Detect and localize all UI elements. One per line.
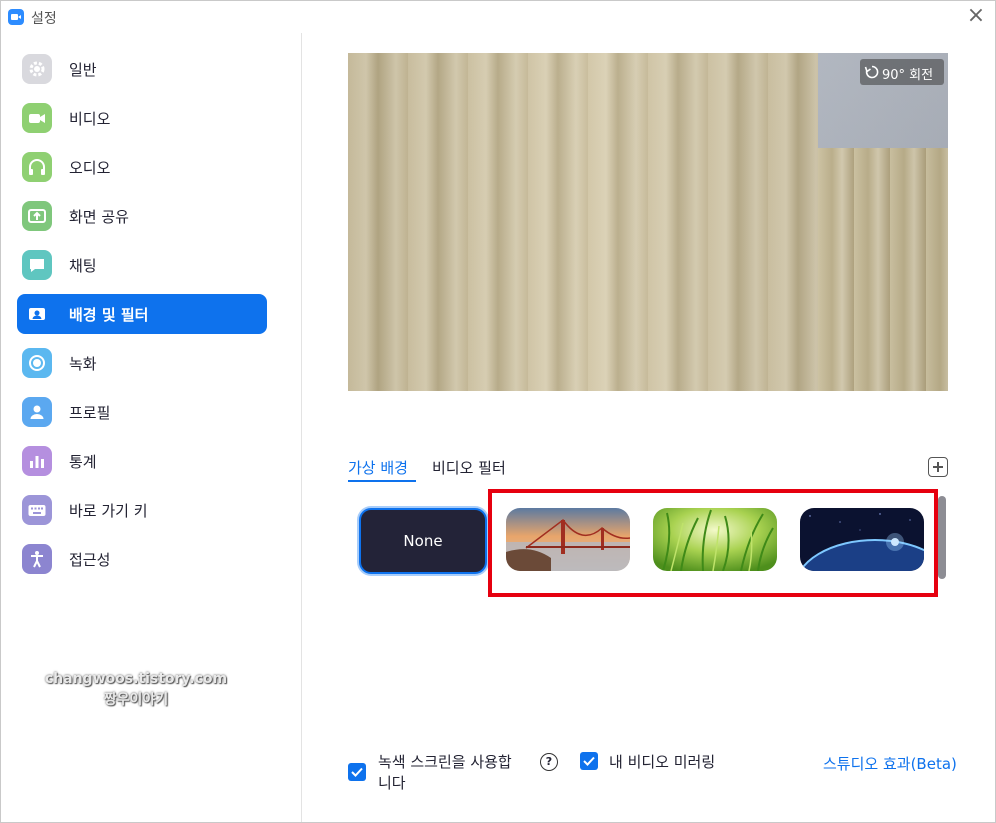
checkmark-icon — [351, 767, 363, 777]
headphones-icon — [22, 152, 52, 182]
window-title: 설정 — [31, 11, 57, 27]
add-background-icon[interactable] — [928, 457, 948, 477]
sidebar-item-label: 배경 및 필터 — [69, 306, 149, 324]
backgrounds-scrollbar[interactable] — [938, 496, 946, 579]
chat-bubble-icon — [22, 250, 52, 280]
checkmark-icon — [583, 756, 595, 766]
sidebar-item-label: 접근성 — [69, 551, 111, 569]
sidebar-item-general[interactable]: 일반 — [17, 49, 267, 89]
record-icon — [22, 348, 52, 378]
share-screen-icon — [22, 201, 52, 231]
studio-effects-link[interactable]: 스튜디오 효과(Beta) — [823, 753, 957, 774]
sidebar-item-accessibility[interactable]: 접근성 — [17, 539, 267, 579]
sidebar-item-audio[interactable]: 오디오 — [17, 147, 267, 187]
sidebar-item-label: 프로필 — [69, 404, 111, 422]
zoom-app-icon — [8, 9, 24, 25]
sidebar-item-label: 오디오 — [69, 159, 111, 177]
green-screen-label-line2: 니다 — [378, 774, 406, 792]
watermark-blog-name: 짱우이야기 — [103, 692, 169, 708]
sidebar: 일반 비디오 오디오 화면 공유 채팅 배경 및 필터 녹화 프로필 통계 바로… — [1, 33, 302, 822]
tab-video-filters[interactable]: 비디오 필터 — [432, 457, 506, 478]
accessibility-icon — [22, 544, 52, 574]
sidebar-item-share-screen[interactable]: 화면 공유 — [17, 196, 267, 236]
close-icon[interactable]: × — [965, 5, 987, 27]
sidebar-item-label: 비디오 — [69, 110, 111, 128]
sidebar-item-chat[interactable]: 채팅 — [17, 245, 267, 285]
bar-chart-icon — [22, 446, 52, 476]
green-screen-label-line1: 녹색 스크린을 사용합 — [378, 753, 512, 771]
green-screen-label: 녹색 스크린을 사용합 니다 — [378, 752, 512, 794]
sidebar-item-statistics[interactable]: 통계 — [17, 441, 267, 481]
sidebar-item-background-filters[interactable]: 배경 및 필터 — [17, 294, 267, 334]
tab-virtual-background[interactable]: 가상 배경 — [348, 457, 408, 478]
mirror-video-label: 내 비디오 미러링 — [609, 753, 716, 771]
video-camera-icon — [22, 103, 52, 133]
title-bar: 설정 × — [1, 1, 995, 33]
sidebar-item-label: 통계 — [69, 453, 97, 471]
watermark-url: changwoos.tistory.com — [44, 671, 228, 687]
sidebar-item-shortcuts[interactable]: 바로 가기 키 — [17, 490, 267, 530]
rotate-90-button[interactable]: 90° 회전 — [860, 59, 944, 85]
sidebar-item-label: 화면 공유 — [69, 208, 129, 226]
preview-shading — [348, 53, 948, 391]
mirror-video-checkbox[interactable] — [580, 752, 598, 770]
highlight-box — [488, 489, 938, 597]
rotate-label: 90° 회전 — [882, 68, 934, 83]
settings-window: 설정 × 일반 비디오 오디오 화면 공유 채팅 배경 및 필터 녹화 프로필 … — [0, 0, 996, 823]
sidebar-item-label: 녹화 — [69, 355, 97, 373]
sidebar-item-profile[interactable]: 프로필 — [17, 392, 267, 432]
keyboard-icon — [22, 495, 52, 525]
help-icon[interactable]: ? — [540, 753, 558, 771]
active-tab-indicator — [348, 480, 416, 482]
rotate-icon — [864, 65, 879, 79]
user-icon — [22, 397, 52, 427]
green-screen-checkbox[interactable] — [348, 763, 366, 781]
background-none-option[interactable]: None — [359, 508, 487, 574]
sidebar-item-label: 채팅 — [69, 257, 97, 275]
sidebar-item-recording[interactable]: 녹화 — [17, 343, 267, 383]
sidebar-item-label: 일반 — [69, 61, 97, 79]
sidebar-item-video[interactable]: 비디오 — [17, 98, 267, 138]
person-card-icon — [22, 299, 52, 329]
video-preview: 90° 회전 — [348, 53, 948, 391]
gear-icon — [22, 54, 52, 84]
sidebar-item-label: 바로 가기 키 — [69, 502, 148, 520]
